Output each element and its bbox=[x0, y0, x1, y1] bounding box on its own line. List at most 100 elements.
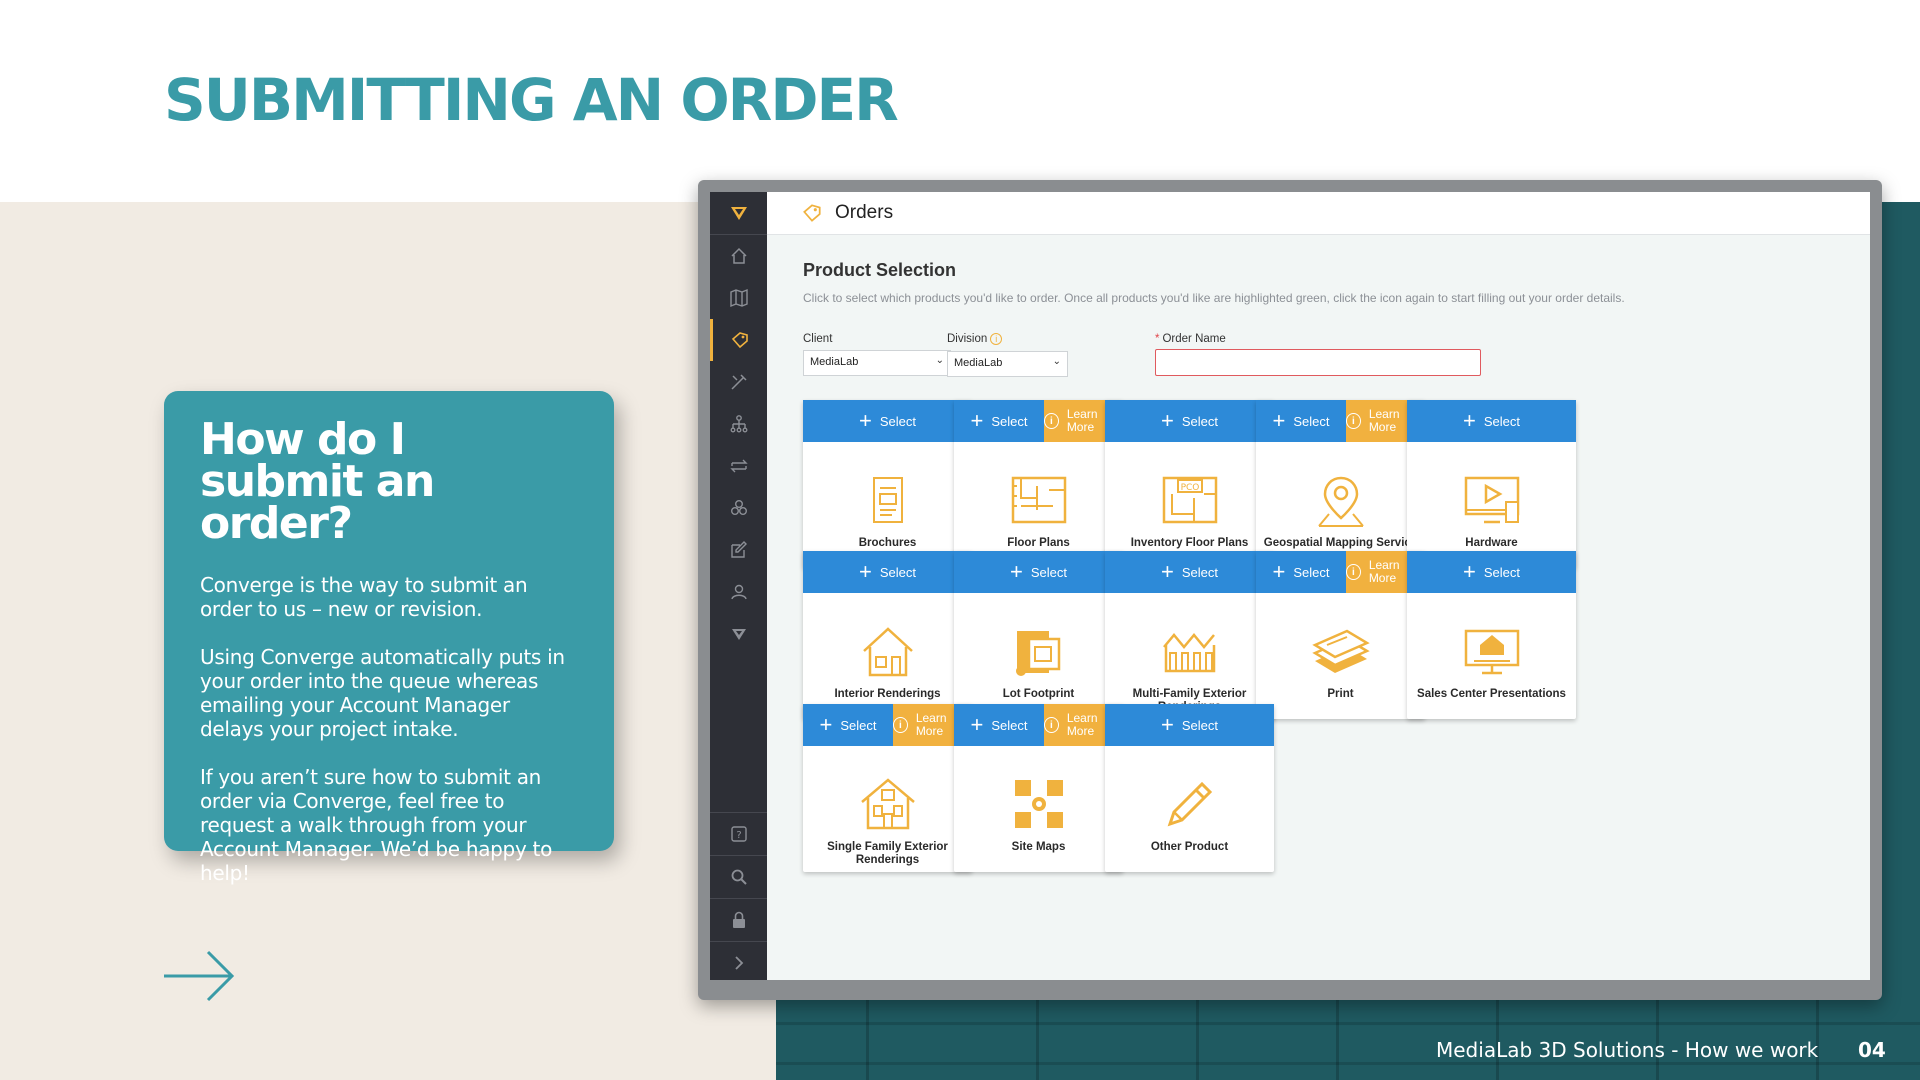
select-label: Select bbox=[879, 413, 916, 429]
home-icon[interactable] bbox=[710, 235, 767, 277]
select-label: Select bbox=[1181, 413, 1218, 429]
product-tile[interactable]: + Select Other Product bbox=[1105, 704, 1274, 872]
product-name: Site Maps bbox=[1011, 841, 1066, 853]
select-label: Select bbox=[1030, 564, 1067, 580]
product-name: Single Family Exterior Renderings bbox=[827, 841, 948, 866]
division-select[interactable]: MediaLab ⌄ bbox=[947, 351, 1068, 377]
product-name: Floor Plans bbox=[1007, 537, 1070, 549]
select-label: Select bbox=[991, 717, 1028, 733]
info-icon: i bbox=[893, 717, 908, 733]
info-icon[interactable]: i bbox=[990, 333, 1003, 345]
select-button[interactable]: + Select bbox=[954, 704, 1044, 746]
help-icon[interactable]: ? bbox=[710, 813, 767, 855]
users-icon[interactable] bbox=[710, 571, 767, 613]
product-tile[interactable]: + Select Lot Footprint bbox=[954, 551, 1123, 719]
product-name: Hardware bbox=[1465, 537, 1518, 549]
select-button[interactable]: + Select bbox=[1105, 551, 1274, 593]
product-tile[interactable]: + Select i Learn More Floor Plans bbox=[954, 400, 1123, 568]
app-window: ? Orders Product Selection Click to sele… bbox=[710, 192, 1870, 980]
select-label: Select bbox=[1293, 564, 1330, 580]
info-icon: i bbox=[1044, 413, 1059, 429]
transfer-icon[interactable] bbox=[710, 445, 767, 487]
select-button[interactable]: + Select bbox=[803, 704, 893, 746]
product-tile[interactable]: + Select i Learn More Print bbox=[1256, 551, 1425, 719]
info-icon: i bbox=[1346, 564, 1361, 580]
select-button[interactable]: + Select bbox=[1105, 704, 1274, 746]
info-paragraph: Converge is the way to submit an order t… bbox=[200, 573, 528, 621]
plus-icon: + bbox=[1161, 408, 1174, 433]
single-family-icon bbox=[860, 778, 915, 830]
chevron-down-icon: ⌄ bbox=[1052, 356, 1061, 367]
brand-icon[interactable] bbox=[710, 613, 767, 655]
hierarchy-icon[interactable] bbox=[710, 403, 767, 445]
svg-text:PCO: PCO bbox=[1180, 483, 1199, 493]
lock-icon[interactable] bbox=[710, 899, 767, 941]
plus-icon: + bbox=[1010, 559, 1023, 584]
plus-icon: + bbox=[970, 712, 984, 737]
product-tile[interactable]: + Select Sales Center Presentations bbox=[1407, 551, 1576, 719]
logo-icon[interactable] bbox=[710, 192, 767, 234]
info-paragraph: If you aren’t sure how to submit an orde… bbox=[200, 765, 553, 885]
select-button[interactable]: + Select bbox=[803, 400, 972, 442]
plus-icon: + bbox=[859, 408, 872, 433]
tools-icon[interactable] bbox=[710, 361, 767, 403]
select-button[interactable]: + Select bbox=[954, 551, 1123, 593]
orders-icon bbox=[803, 204, 821, 222]
arrow-right-icon[interactable] bbox=[162, 950, 236, 1002]
main-content: Orders Product Selection Click to select… bbox=[767, 192, 1870, 980]
page-number: 04 bbox=[1858, 1038, 1886, 1062]
order-name-input[interactable] bbox=[1155, 349, 1481, 376]
map-icon[interactable] bbox=[710, 277, 767, 319]
info-card-heading: How do I submit an order? bbox=[200, 414, 435, 549]
slide-title: SUBMITTING AN ORDER bbox=[164, 66, 899, 134]
client-select[interactable]: MediaLab ⌄ bbox=[803, 350, 951, 376]
product-name: Print bbox=[1327, 688, 1354, 700]
assets-icon[interactable] bbox=[710, 487, 767, 529]
select-button[interactable]: + Select bbox=[1256, 400, 1346, 442]
plus-icon: + bbox=[1272, 408, 1286, 433]
info-card: How do I submit an order? Converge is th… bbox=[164, 391, 614, 885]
product-tile[interactable]: + Select PCO Inventory Floor Plans bbox=[1105, 400, 1274, 568]
pencil-icon bbox=[1167, 781, 1212, 827]
product-tile[interactable]: + Select i Learn More Site Maps bbox=[954, 704, 1123, 872]
product-name: Inventory Floor Plans bbox=[1130, 537, 1249, 549]
brochure-icon bbox=[872, 477, 903, 523]
select-label: Select bbox=[1293, 413, 1330, 429]
select-label: Select bbox=[1181, 564, 1218, 580]
expand-icon[interactable] bbox=[710, 942, 767, 980]
info-paragraph: Using Converge automatically puts in you… bbox=[200, 645, 565, 741]
presentation-screen-icon bbox=[1464, 629, 1519, 675]
select-button[interactable]: + Select bbox=[803, 551, 972, 593]
page-header: Orders bbox=[767, 192, 1870, 235]
hardware-icon bbox=[1464, 476, 1519, 524]
product-tile[interactable]: + Select Multi-Family Exterior Rendering… bbox=[1105, 551, 1274, 719]
orders-icon[interactable] bbox=[710, 319, 767, 361]
product-tile[interactable]: + Select Brochures bbox=[803, 400, 972, 568]
product-tile[interactable]: + Select Interior Renderings bbox=[803, 551, 972, 719]
section-title: Product Selection bbox=[803, 260, 957, 280]
multi-family-icon bbox=[1162, 633, 1215, 673]
order-name-label: * Order Name bbox=[1155, 333, 1226, 345]
product-name: Other Product bbox=[1150, 841, 1229, 853]
product-tile[interactable]: + Select i Learn More Single Family Exter… bbox=[803, 704, 972, 872]
inventory-floor-plan-icon: PCO bbox=[1162, 476, 1217, 524]
select-button[interactable]: + Select bbox=[1407, 400, 1576, 442]
select-button[interactable]: + Select bbox=[1407, 551, 1576, 593]
product-tile[interactable]: + Select Hardware bbox=[1407, 400, 1576, 568]
select-button[interactable]: + Select bbox=[1105, 400, 1274, 442]
plus-icon: + bbox=[1463, 559, 1476, 584]
select-label: Select bbox=[1483, 564, 1520, 580]
print-stack-icon bbox=[1311, 629, 1370, 673]
select-label: Select bbox=[1181, 717, 1218, 733]
select-button[interactable]: + Select bbox=[954, 400, 1044, 442]
search-icon[interactable] bbox=[710, 856, 767, 898]
plus-icon: + bbox=[819, 712, 833, 737]
product-tile[interactable]: + Select i Learn More Geospatial Mapping … bbox=[1256, 400, 1425, 568]
select-button[interactable]: + Select bbox=[1256, 551, 1346, 593]
product-name: Interior Renderings bbox=[834, 688, 941, 700]
info-icon: i bbox=[1044, 717, 1059, 733]
plus-icon: + bbox=[1463, 408, 1476, 433]
edit-icon[interactable] bbox=[710, 529, 767, 571]
app-screenshot-frame: ? Orders Product Selection Click to sele… bbox=[698, 180, 1882, 1000]
map-pin-icon bbox=[1317, 476, 1364, 527]
